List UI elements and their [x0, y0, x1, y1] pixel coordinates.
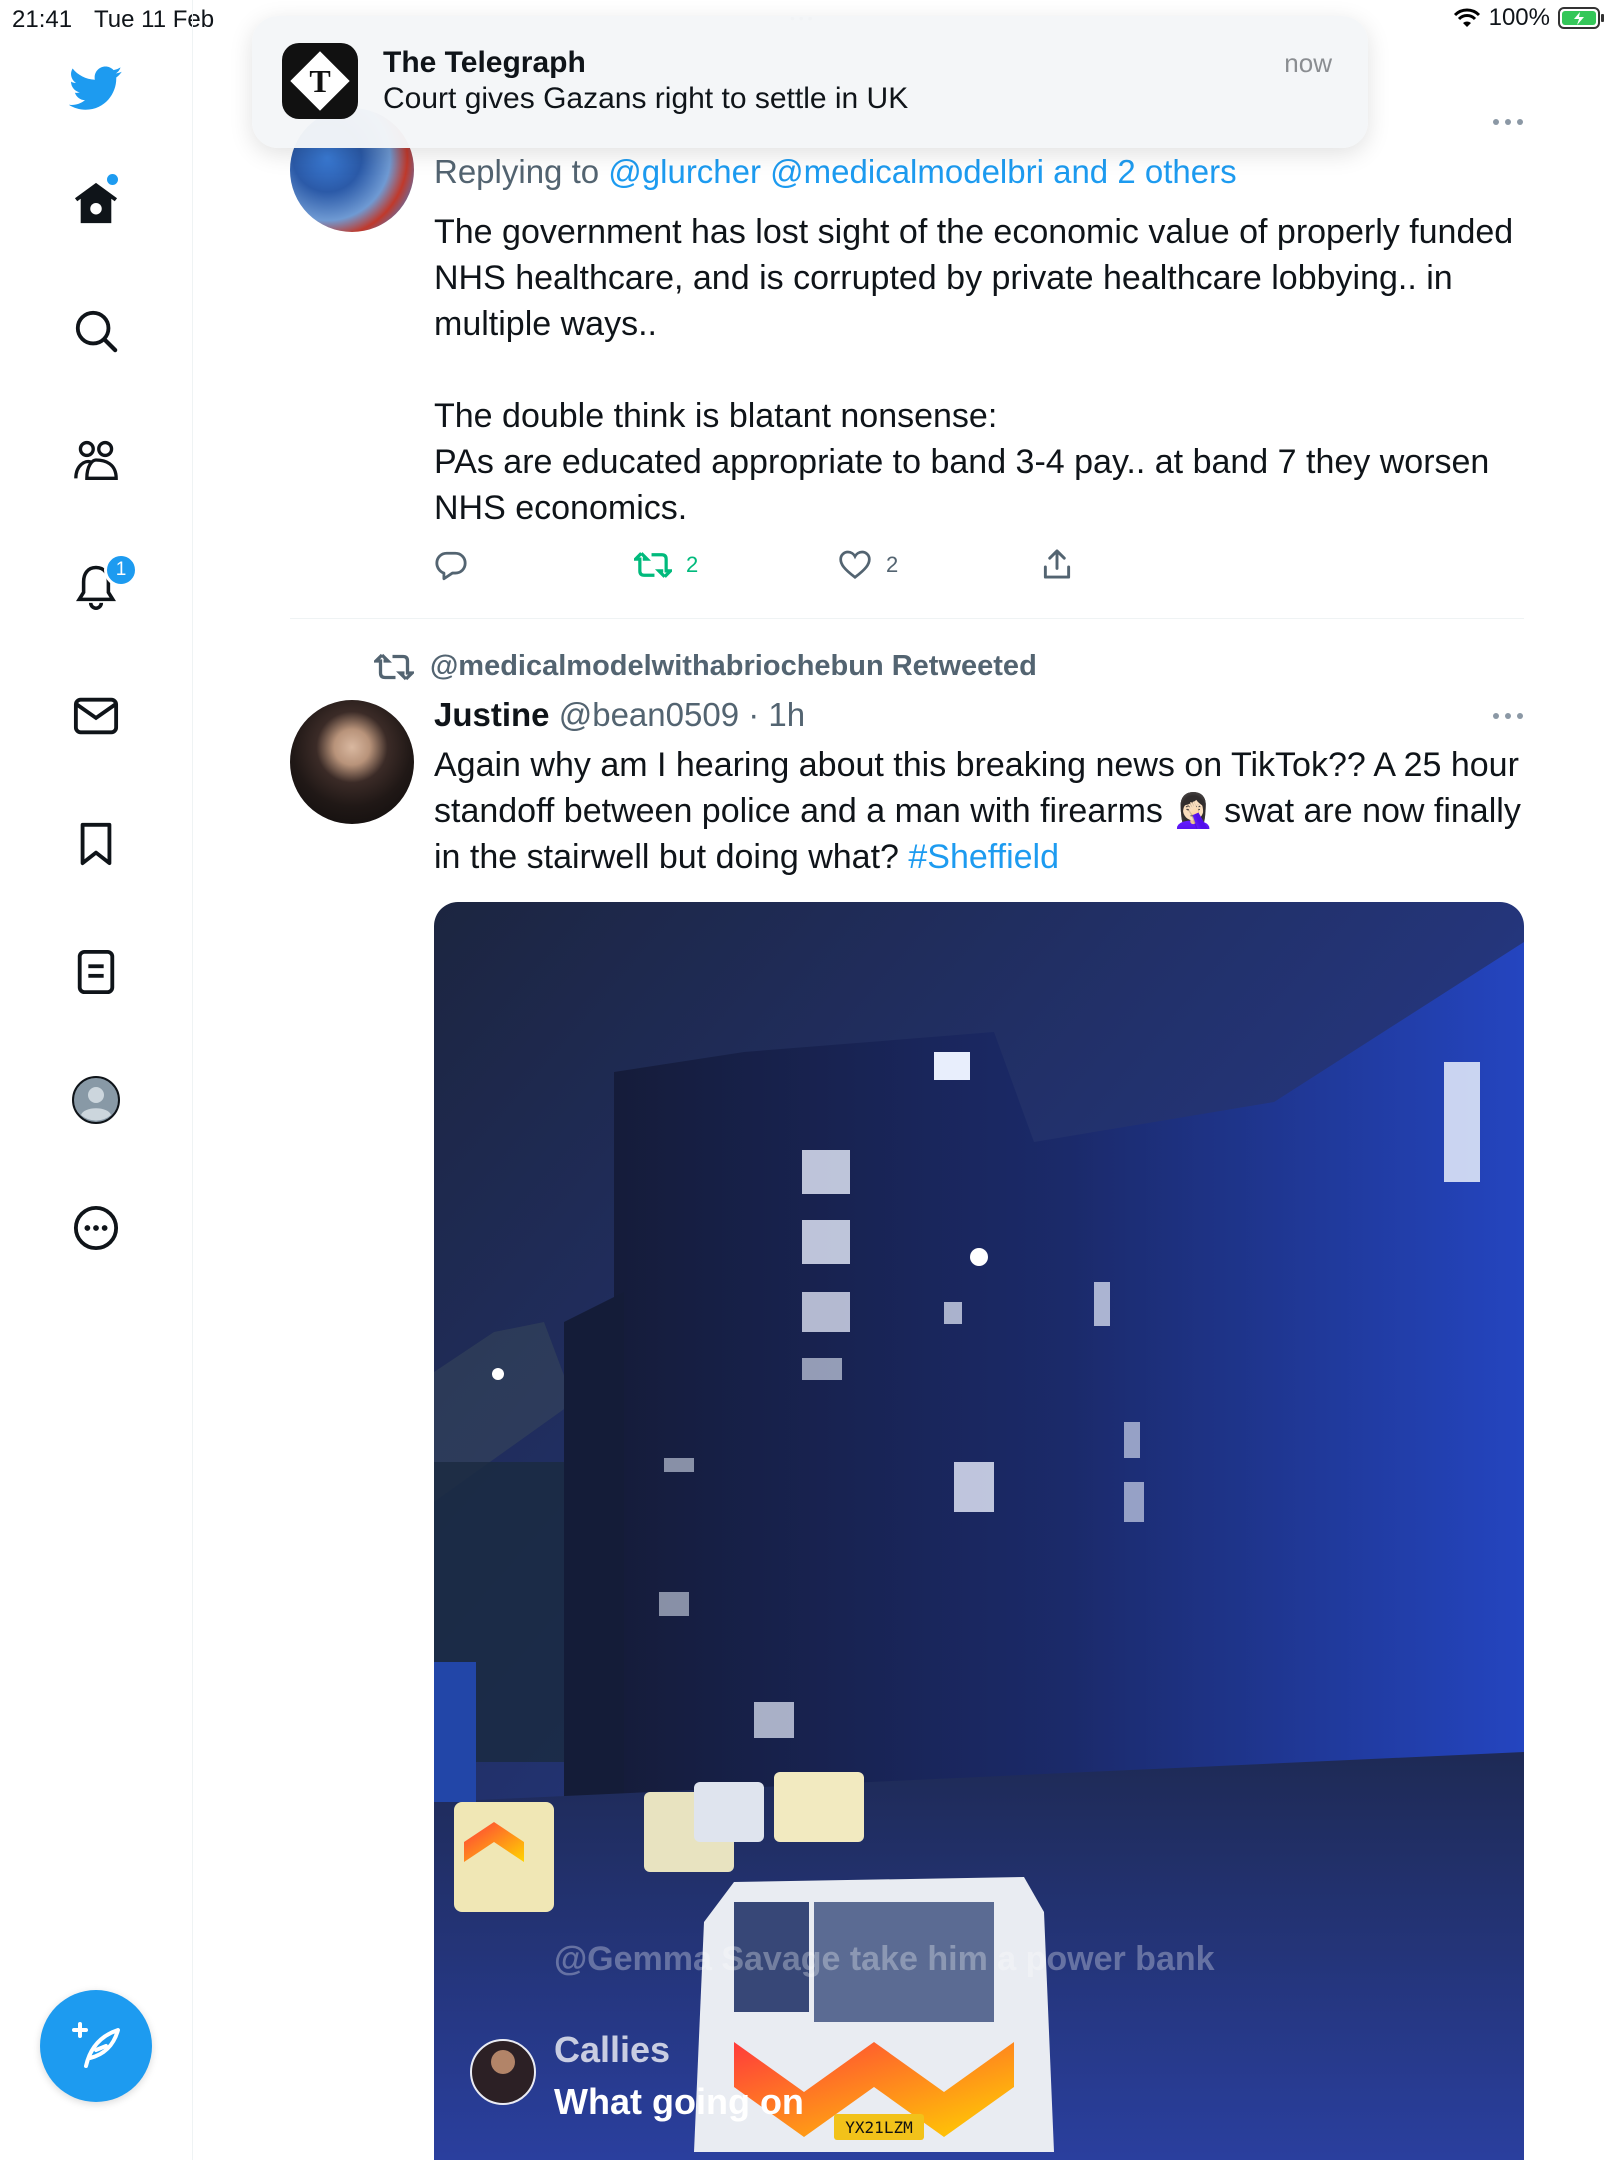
- sidebar: 1: [0, 0, 193, 2160]
- media-caption-text: What going on: [554, 2081, 804, 2122]
- heart-icon: [839, 550, 871, 579]
- bookmark-icon[interactable]: [65, 813, 127, 875]
- more-circle-icon[interactable]: [65, 1197, 127, 1259]
- push-notification[interactable]: T The Telegraph Court gives Gazans right…: [252, 16, 1368, 148]
- search-icon[interactable]: [65, 300, 127, 362]
- compose-tweet-button[interactable]: [40, 1990, 152, 2102]
- tweet-time[interactable]: · 1h: [748, 696, 805, 733]
- telegraph-logo-icon: T: [282, 43, 358, 119]
- reply-icon: [435, 551, 467, 581]
- replying-to-users[interactable]: @glurcher @medicalmodelbri and 2 others: [608, 153, 1236, 190]
- tweet-media-image[interactable]: YX21LZM @Gemma Savage take him a power b…: [434, 902, 1524, 2160]
- retweet-icon: [634, 552, 672, 578]
- retweet-count: 2: [686, 552, 699, 577]
- author-handle[interactable]: @bean0509: [559, 696, 739, 733]
- replying-to: Replying to @glurcher @medicalmodelbri a…: [434, 153, 1237, 191]
- lists-icon[interactable]: [65, 941, 127, 1003]
- reply-button[interactable]: [434, 550, 468, 582]
- notification-body: Court gives Gazans right to settle in UK: [383, 82, 909, 115]
- hashtag-link[interactable]: #Sheffield: [908, 838, 1059, 876]
- like-count: 2: [886, 552, 899, 577]
- home-unread-dot: [107, 174, 118, 185]
- media-caption-user: Callies: [554, 2029, 670, 2070]
- battery-percent: 100%: [1488, 4, 1550, 31]
- retweeted-by-label[interactable]: @medicalmodelwithabriochebun Retweeted: [430, 650, 1037, 683]
- status-right: 100%: [1453, 4, 1606, 32]
- svg-text:T: T: [309, 63, 330, 99]
- wifi-icon: [1453, 7, 1481, 29]
- feather-plus-icon: [72, 2022, 120, 2068]
- battery-icon: [1558, 6, 1606, 30]
- twitter-logo-icon[interactable]: [65, 58, 127, 120]
- tweet-header: Justine @bean0509 · 1h: [434, 696, 805, 734]
- author-name[interactable]: Justine: [434, 696, 550, 733]
- retweet-small-icon: [374, 653, 414, 680]
- plate-text: YX21LZM: [845, 2118, 912, 2137]
- tweet-actions: 2 2: [434, 548, 1134, 586]
- share-icon: [1043, 549, 1071, 579]
- media-watermark: @Gemma Savage take him a power bank: [554, 1940, 1215, 1978]
- share-button[interactable]: [1042, 548, 1072, 580]
- messages-envelope-icon[interactable]: [65, 685, 127, 747]
- tweet-text: The government has lost sight of the eco…: [434, 213, 1514, 527]
- avatar[interactable]: [290, 700, 414, 824]
- notification-time: now: [1284, 48, 1332, 78]
- notification-title: The Telegraph: [383, 46, 586, 79]
- replying-to-prefix: Replying to: [434, 153, 600, 190]
- tweet-more-icon[interactable]: [1488, 112, 1528, 132]
- notifications-badge: 1: [104, 553, 138, 587]
- tweet-text: Again why am I hearing about this breaki…: [434, 742, 1524, 880]
- tweet-more-icon[interactable]: [1488, 706, 1528, 726]
- retweet-button[interactable]: 2: [634, 550, 698, 580]
- communities-icon[interactable]: [65, 429, 127, 491]
- facepalm-emoji: 🤦🏻‍♀️: [1172, 792, 1215, 830]
- like-button[interactable]: 2: [838, 550, 898, 580]
- tweet-divider: [290, 618, 1524, 619]
- profile-avatar-icon[interactable]: [65, 1069, 127, 1131]
- retweeted-by: @medicalmodelwithabriochebun Retweeted: [374, 650, 1037, 683]
- night-street-scene: YX21LZM @Gemma Savage take him a power b…: [434, 902, 1524, 2160]
